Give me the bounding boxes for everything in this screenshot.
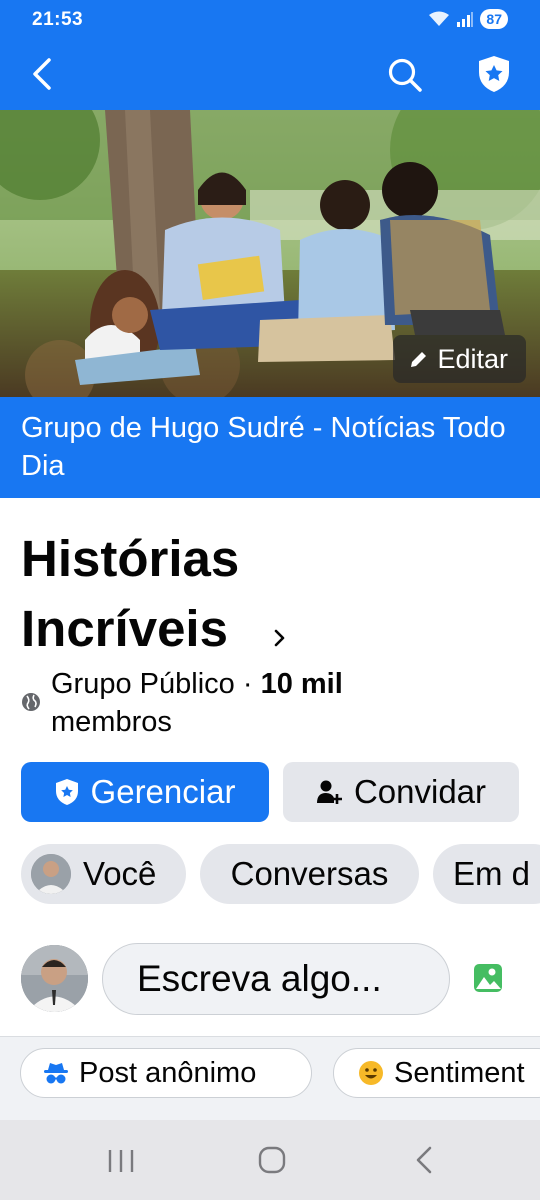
group-meta: Grupo Público · 10 mil membros bbox=[51, 665, 471, 741]
tab-conversations[interactable]: Conversas bbox=[200, 844, 419, 904]
back-arrow-icon bbox=[33, 58, 51, 90]
tab-you-label: Você bbox=[83, 855, 157, 892]
tab-featured-label: Em d bbox=[453, 855, 531, 892]
avatar-image bbox=[31, 854, 71, 894]
linked-group-banner[interactable]: Grupo de Hugo Sudré - Notícias Todo Dia bbox=[0, 397, 540, 498]
battery-level: 87 bbox=[480, 9, 508, 29]
meta-separator: · bbox=[234, 668, 261, 700]
cover-photo[interactable]: Editar bbox=[0, 110, 540, 397]
wifi-icon bbox=[429, 11, 450, 26]
signal-icon bbox=[457, 12, 474, 27]
status-time: 21:53 bbox=[32, 9, 84, 30]
user-avatar[interactable] bbox=[21, 945, 88, 1012]
manage-label: Gerenciar bbox=[90, 773, 236, 810]
shield-star-icon bbox=[479, 56, 509, 92]
member-count[interactable]: 10 mil bbox=[261, 668, 343, 700]
status-bar: 21:53 87 bbox=[0, 0, 540, 40]
smiley-icon bbox=[359, 1061, 383, 1085]
write-post-input[interactable]: Escreva algo... bbox=[102, 943, 450, 1015]
linked-group-name: Grupo de Hugo Sudré - Notícias Todo Dia bbox=[21, 412, 506, 482]
anonymous-post-label: Post anônimo bbox=[79, 1056, 257, 1089]
photo-icon bbox=[474, 964, 502, 992]
post-options-tray: Post anônimo Sentiment bbox=[0, 1036, 540, 1121]
add-person-icon bbox=[316, 780, 342, 804]
chevron-right-icon[interactable] bbox=[271, 625, 289, 651]
recent-apps-icon[interactable] bbox=[105, 1147, 137, 1175]
invite-label: Convidar bbox=[353, 773, 487, 810]
feeling-label: Sentiment bbox=[394, 1056, 525, 1089]
group-privacy: Grupo Público bbox=[51, 668, 235, 700]
add-photo-button[interactable] bbox=[472, 962, 504, 999]
admin-tools-button[interactable] bbox=[472, 52, 516, 96]
back-button[interactable] bbox=[22, 54, 62, 94]
pencil-icon bbox=[411, 352, 427, 367]
manage-button[interactable]: Gerenciar bbox=[21, 762, 269, 822]
anonymous-post-button[interactable]: Post anônimo bbox=[20, 1048, 312, 1098]
search-icon bbox=[388, 58, 422, 92]
avatar-image bbox=[21, 945, 88, 1012]
status-icons: 87 bbox=[428, 9, 508, 29]
group-title[interactable]: Histórias Incríveis bbox=[21, 524, 441, 664]
write-post-placeholder: Escreva algo... bbox=[137, 958, 382, 999]
app-bar bbox=[0, 44, 540, 106]
system-nav-bar bbox=[0, 1120, 540, 1200]
tab-featured[interactable]: Em d bbox=[433, 844, 540, 904]
edit-cover-label: Editar bbox=[437, 343, 508, 374]
system-back-icon[interactable] bbox=[412, 1146, 436, 1174]
tab-conversations-label: Conversas bbox=[230, 855, 389, 892]
invite-button[interactable]: Convidar bbox=[283, 762, 519, 822]
member-count-suffix: membros bbox=[51, 706, 172, 738]
avatar bbox=[31, 854, 71, 894]
shield-star-icon bbox=[55, 779, 78, 805]
edit-cover-button[interactable]: Editar bbox=[393, 335, 526, 383]
incognito-icon bbox=[44, 1063, 68, 1084]
feeling-button[interactable]: Sentiment bbox=[333, 1048, 540, 1098]
search-button[interactable] bbox=[384, 54, 426, 96]
home-icon[interactable] bbox=[257, 1145, 287, 1175]
tab-you[interactable]: Você bbox=[21, 844, 186, 904]
globe-icon bbox=[22, 693, 40, 711]
